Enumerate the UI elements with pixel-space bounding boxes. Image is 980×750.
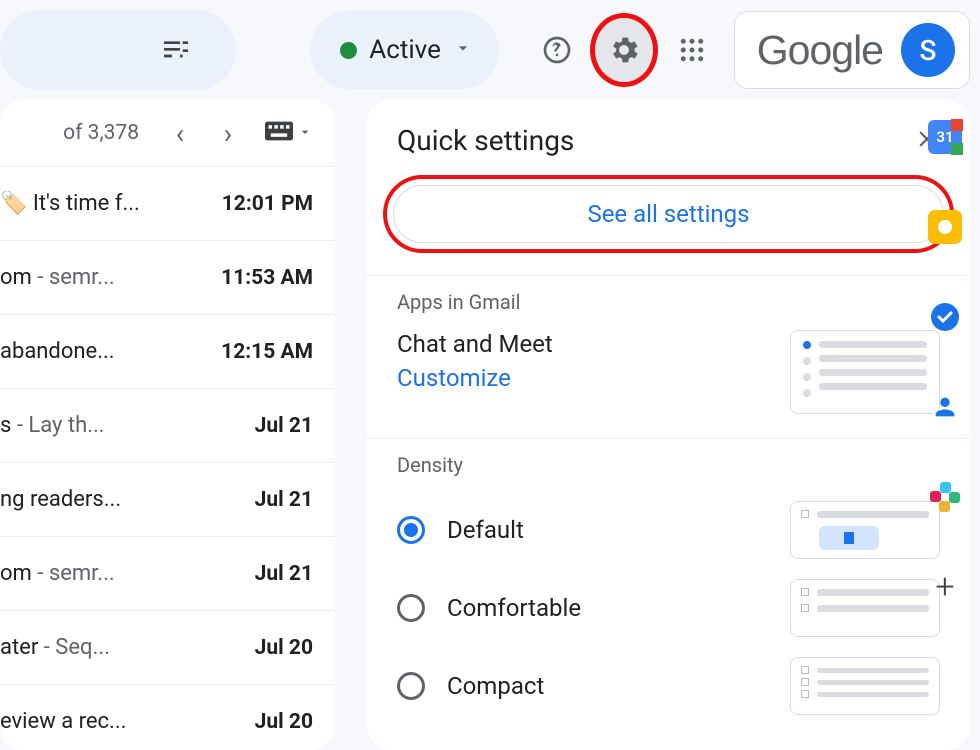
header-bar: Active Google S (0, 0, 980, 100)
input-tools-button[interactable] (265, 121, 313, 146)
contacts-app-button[interactable] (926, 388, 964, 426)
avatar[interactable]: S (901, 23, 955, 77)
radio-button[interactable] (397, 672, 425, 700)
highlight-box: See all settings (383, 175, 954, 253)
chat-meet-title: Chat and Meet (397, 330, 553, 358)
status-label: Active (369, 35, 441, 65)
density-label: Default (447, 516, 524, 544)
keep-icon (928, 210, 962, 244)
mail-row[interactable]: abandone... 12:15 AM (0, 314, 335, 388)
chevron-down-icon (453, 35, 473, 65)
next-page-button[interactable]: › (211, 117, 245, 150)
mail-subject: s - Lay th... (0, 413, 105, 438)
mail-time: 11:53 AM (221, 266, 313, 290)
mail-time: 12:01 PM (222, 192, 313, 216)
add-app-button[interactable]: + (926, 568, 964, 606)
mail-time: Jul 21 (255, 488, 313, 512)
prev-page-button[interactable]: ‹ (163, 117, 197, 150)
chevron-down-icon (297, 121, 313, 145)
mail-time: Jul 21 (255, 562, 313, 586)
search-container[interactable] (0, 10, 236, 90)
customize-link[interactable]: Customize (397, 364, 553, 392)
mail-row[interactable]: eview a rec... Jul 20 (0, 684, 335, 750)
mail-row[interactable]: ng readers... Jul 21 (0, 462, 335, 536)
mail-subject: eview a rec... (0, 709, 126, 734)
settings-button[interactable] (594, 17, 654, 83)
mail-subject: ng readers... (0, 487, 121, 512)
mail-row[interactable]: ater - Seq... Jul 20 (0, 610, 335, 684)
apps-section-label: Apps in Gmail (367, 275, 970, 328)
density-preview (790, 657, 940, 715)
keep-app-button[interactable] (926, 208, 964, 246)
mail-subject: 🏷️ It's time f... (0, 191, 140, 216)
plus-icon: + (935, 567, 954, 607)
google-logo-text: Google (757, 27, 883, 74)
mail-row[interactable]: om - semr... 11:53 AM (0, 240, 335, 314)
help-button[interactable] (533, 24, 580, 76)
calendar-app-button[interactable]: 31 (926, 118, 964, 156)
avatar-initial: S (920, 34, 937, 67)
mail-subject: om - semr... (0, 561, 115, 586)
tasks-icon (929, 301, 961, 333)
quick-settings-panel: Quick settings See all settings Apps in … (367, 100, 970, 750)
tasks-app-button[interactable] (926, 298, 964, 336)
mail-list-panel: of 3,378 ‹ › 🏷️ It's time f... 12:01 PM om… (0, 100, 335, 750)
mail-row[interactable]: s - Lay th... Jul 21 (0, 388, 335, 462)
mail-subject: ater - Seq... (0, 635, 110, 660)
keyboard-icon (265, 121, 293, 146)
density-option[interactable]: Comfortable (367, 569, 970, 647)
side-panel-rail: 31 + (910, 118, 980, 606)
page-count: of 3,378 (63, 121, 139, 145)
see-all-settings-label: See all settings (587, 200, 749, 228)
status-dot-icon (340, 42, 357, 59)
quick-settings-title: Quick settings (397, 124, 574, 157)
density-option[interactable]: Default (367, 491, 970, 569)
mail-row[interactable]: 🏷️ It's time f... 12:01 PM (0, 166, 335, 240)
slack-icon (930, 482, 960, 512)
slack-app-button[interactable] (926, 478, 964, 516)
calendar-icon: 31 (928, 120, 962, 154)
mail-subject: abandone... (0, 339, 115, 364)
mail-time: 12:15 AM (221, 340, 313, 364)
density-label: Compact (447, 672, 544, 700)
search-options-icon[interactable] (160, 32, 192, 68)
density-label: Comfortable (447, 594, 581, 622)
mail-time: Jul 21 (255, 414, 313, 438)
density-section-label: Density (367, 438, 970, 491)
status-chip[interactable]: Active (310, 11, 499, 89)
mail-time: Jul 20 (255, 636, 313, 660)
mail-time: Jul 20 (255, 710, 313, 734)
google-apps-button[interactable] (668, 24, 715, 76)
mail-subject: om - semr... (0, 265, 115, 290)
radio-button[interactable] (397, 594, 425, 622)
see-all-settings-button[interactable]: See all settings (393, 185, 944, 243)
account-brand-box[interactable]: Google S (734, 11, 970, 89)
mail-row[interactable]: om - semr... Jul 21 (0, 536, 335, 610)
radio-button[interactable] (397, 516, 425, 544)
contacts-icon (931, 393, 959, 421)
density-option[interactable]: Compact (367, 647, 970, 725)
mail-list-toolbar: of 3,378 ‹ › (0, 100, 335, 166)
